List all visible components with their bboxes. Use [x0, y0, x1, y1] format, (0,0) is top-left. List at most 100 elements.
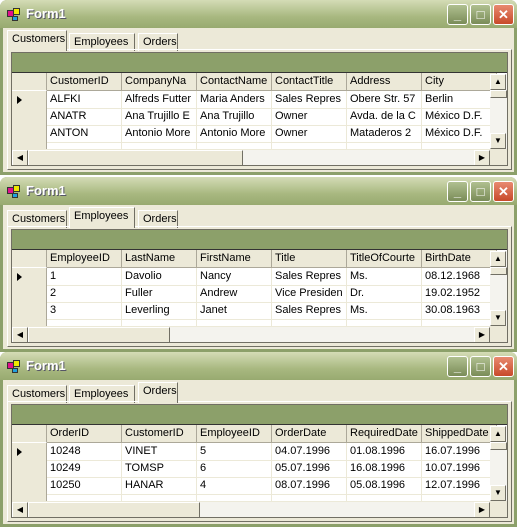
table-row[interactable]: 1 Davolio Nancy Sales Repres Ms. 08.12.1968	[12, 268, 497, 286]
column-header[interactable]: ShippedDate	[422, 425, 497, 443]
table-cell[interactable]: 4	[197, 477, 272, 495]
column-header[interactable]: CompanyNa	[122, 73, 197, 91]
title-bar[interactable]: Form1 _ □ ✕	[0, 177, 517, 205]
table-cell[interactable]: Sales Repres	[272, 302, 347, 320]
table-cell[interactable]: Antonio More	[197, 125, 272, 143]
column-header[interactable]: OrderID	[47, 425, 122, 443]
column-header[interactable]: TitleOfCourte	[347, 250, 422, 268]
minimize-button[interactable]: _	[447, 181, 468, 202]
table-cell[interactable]: Dr.	[347, 285, 422, 303]
table-cell[interactable]: 08.12.1968	[422, 268, 497, 286]
column-header[interactable]: EmployeeID	[197, 425, 272, 443]
table-cell[interactable]: 30.08.1963	[422, 302, 497, 320]
table-row[interactable]: 10248 VINET 5 04.07.1996 01.08.1996 16.07.199…	[12, 443, 497, 461]
table-cell[interactable]: ANTON	[47, 125, 122, 143]
column-header[interactable]: CustomerID	[122, 425, 197, 443]
data-grid[interactable]: EmployeeID LastName FirstName Title TitleOfC…	[11, 229, 508, 343]
column-header[interactable]: ContactName	[197, 73, 272, 91]
table-row[interactable]: ALFKI Alfreds Futter Maria Anders Sales Rep…	[12, 91, 497, 109]
table-cell[interactable]: 19.02.1952	[422, 285, 497, 303]
table-cell[interactable]: Antonio More	[122, 125, 197, 143]
table-cell[interactable]: HANAR	[122, 477, 197, 495]
data-grid[interactable]: OrderID CustomerID EmployeeID OrderDate Requ…	[11, 404, 508, 518]
scroll-down-button[interactable]: ▼	[490, 133, 506, 149]
table-cell[interactable]: 08.07.1996	[272, 477, 347, 495]
column-header[interactable]: City	[422, 73, 497, 91]
table-cell[interactable]: 1	[47, 268, 122, 286]
table-cell[interactable]: Andrew	[197, 285, 272, 303]
minimize-button[interactable]: _	[447, 4, 468, 25]
horizontal-scrollbar[interactable]: ◀ ▶	[12, 149, 490, 165]
table-cell[interactable]: TOMSP	[122, 460, 197, 478]
row-header[interactable]	[12, 125, 47, 143]
title-bar[interactable]: Form1 _ □ ✕	[0, 0, 517, 28]
scroll-left-button[interactable]: ◀	[12, 327, 28, 342]
table-cell[interactable]: Nancy	[197, 268, 272, 286]
table-cell[interactable]: Ms.	[347, 302, 422, 320]
table-cell[interactable]: 04.07.1996	[272, 443, 347, 461]
table-row[interactable]: ANATR Ana Trujillo E Ana Trujillo Owner Avda…	[12, 108, 497, 126]
table-row[interactable]: 2 Fuller Andrew Vice Presiden Dr. 19.02.1952	[12, 285, 497, 303]
scroll-up-button[interactable]: ▲	[490, 74, 506, 90]
table-cell[interactable]: 10.07.1996	[422, 460, 497, 478]
table-row[interactable]: 3 Leverling Janet Sales Repres Ms. 30.08.1963	[12, 302, 497, 320]
tab-orders[interactable]: Orders	[138, 382, 178, 403]
table-row[interactable]: 10250 HANAR 4 08.07.1996 05.08.1996 12.07.199…	[12, 477, 497, 495]
table-cell[interactable]: Ms.	[347, 268, 422, 286]
column-header[interactable]: OrderDate	[272, 425, 347, 443]
close-button[interactable]: ✕	[493, 4, 514, 25]
row-header[interactable]	[12, 285, 47, 303]
table-cell[interactable]: 10248	[47, 443, 122, 461]
maximize-button[interactable]: □	[470, 4, 491, 25]
table-cell[interactable]: México D.F.	[422, 125, 497, 143]
tab-employees[interactable]: Employees	[69, 207, 135, 228]
column-header[interactable]: FirstName	[197, 250, 272, 268]
table-cell[interactable]: 5	[197, 443, 272, 461]
scroll-down-button[interactable]: ▼	[490, 310, 506, 326]
column-header[interactable]: LastName	[122, 250, 197, 268]
scroll-down-button[interactable]: ▼	[490, 485, 506, 501]
row-header[interactable]	[12, 268, 47, 286]
vertical-scroll-thumb[interactable]	[490, 90, 507, 98]
table-cell[interactable]: 6	[197, 460, 272, 478]
data-grid[interactable]: CustomerID CompanyNa ContactName ContactTit…	[11, 52, 508, 166]
table-cell[interactable]: Mataderos 2	[347, 125, 422, 143]
horizontal-scrollbar[interactable]: ◀ ▶	[12, 326, 490, 342]
column-header[interactable]: ContactTitle	[272, 73, 347, 91]
row-header[interactable]	[12, 108, 47, 126]
vertical-scrollbar[interactable]: ▲ ▼	[490, 251, 507, 326]
table-cell[interactable]: Avda. de la C	[347, 108, 422, 126]
column-header[interactable]: BirthDate	[422, 250, 497, 268]
scroll-left-button[interactable]: ◀	[12, 150, 28, 165]
table-cell[interactable]: Ana Trujillo	[197, 108, 272, 126]
table-cell[interactable]: Sales Repres	[272, 91, 347, 109]
row-header[interactable]	[12, 460, 47, 478]
table-cell[interactable]: 01.08.1996	[347, 443, 422, 461]
table-cell[interactable]: Owner	[272, 108, 347, 126]
table-cell[interactable]: 10249	[47, 460, 122, 478]
column-header[interactable]: Address	[347, 73, 422, 91]
table-cell[interactable]: Owner	[272, 125, 347, 143]
vertical-scroll-thumb[interactable]	[490, 267, 507, 275]
tab-customers[interactable]: Customers	[7, 30, 67, 51]
maximize-button[interactable]: □	[470, 181, 491, 202]
table-cell[interactable]: 2	[47, 285, 122, 303]
minimize-button[interactable]: _	[447, 356, 468, 377]
vertical-scrollbar[interactable]: ▲ ▼	[490, 426, 507, 501]
close-button[interactable]: ✕	[493, 356, 514, 377]
table-cell[interactable]: 16.07.1996	[422, 443, 497, 461]
close-button[interactable]: ✕	[493, 181, 514, 202]
table-cell[interactable]: 12.07.1996	[422, 477, 497, 495]
horizontal-scroll-thumb[interactable]	[28, 502, 200, 517]
table-cell[interactable]: ALFKI	[47, 91, 122, 109]
scroll-right-button[interactable]: ▶	[474, 502, 490, 517]
table-row[interactable]: ANTON Antonio More Antonio More Owner Matade…	[12, 125, 497, 143]
row-header[interactable]	[12, 91, 47, 109]
table-cell[interactable]: 16.08.1996	[347, 460, 422, 478]
table-cell[interactable]: Leverling	[122, 302, 197, 320]
column-header[interactable]: Title	[272, 250, 347, 268]
row-header[interactable]	[12, 477, 47, 495]
table-cell[interactable]: ANATR	[47, 108, 122, 126]
row-header[interactable]	[12, 443, 47, 461]
table-cell[interactable]: 05.07.1996	[272, 460, 347, 478]
